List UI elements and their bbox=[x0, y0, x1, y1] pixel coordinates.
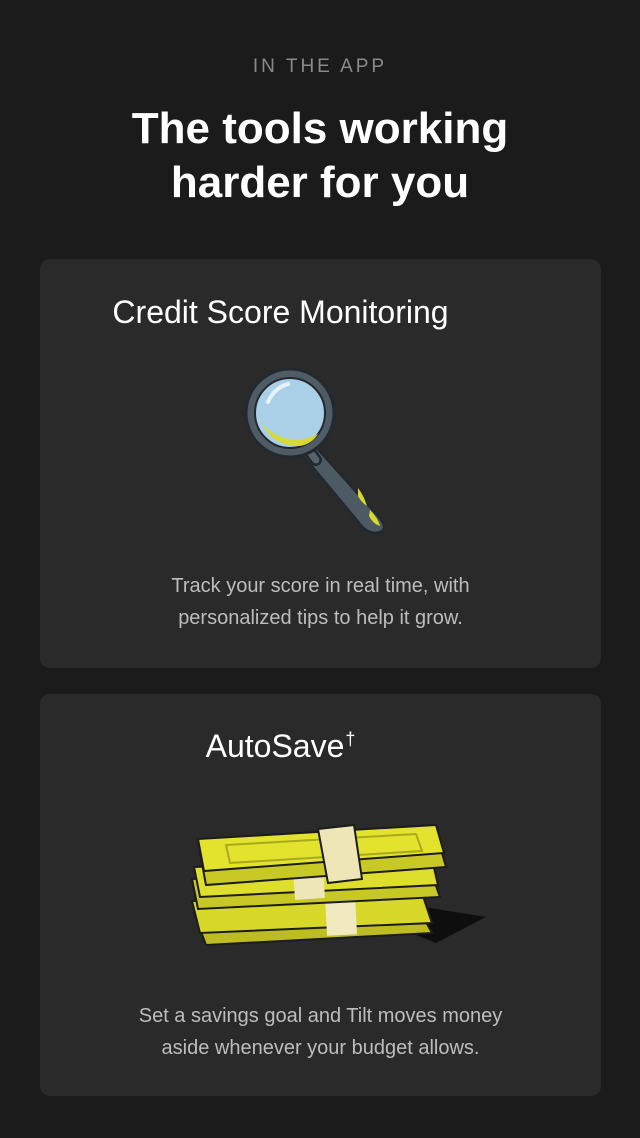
page: IN THE APP The tools working harder for … bbox=[0, 0, 640, 1138]
feature-title: AutoSave† bbox=[0, 728, 561, 765]
page-headline: The tools working harder for you bbox=[40, 102, 600, 210]
description-line-1: Set a savings goal and Tilt moves money bbox=[138, 1005, 503, 1027]
headline-line-1: The tools working bbox=[131, 104, 509, 153]
description-line-2: personalized tips to help it grow. bbox=[178, 607, 463, 629]
feature-description: Set a savings goal and Tilt moves money … bbox=[70, 1000, 571, 1064]
money-stack-icon bbox=[186, 815, 492, 955]
section-eyebrow: IN THE APP bbox=[252, 56, 388, 77]
description-line-2: aside whenever your budget allows. bbox=[161, 1037, 480, 1059]
magnifying-glass-icon bbox=[240, 367, 400, 538]
feature-title-text: AutoSave bbox=[205, 728, 345, 764]
feature-description: Track your score in real time, with pers… bbox=[70, 570, 571, 634]
feature-title: Credit Score Monitoring bbox=[112, 294, 449, 330]
description-line-1: Track your score in real time, with bbox=[171, 575, 470, 597]
footnote-mark: † bbox=[345, 729, 356, 750]
headline-line-2: harder for you bbox=[170, 158, 470, 207]
